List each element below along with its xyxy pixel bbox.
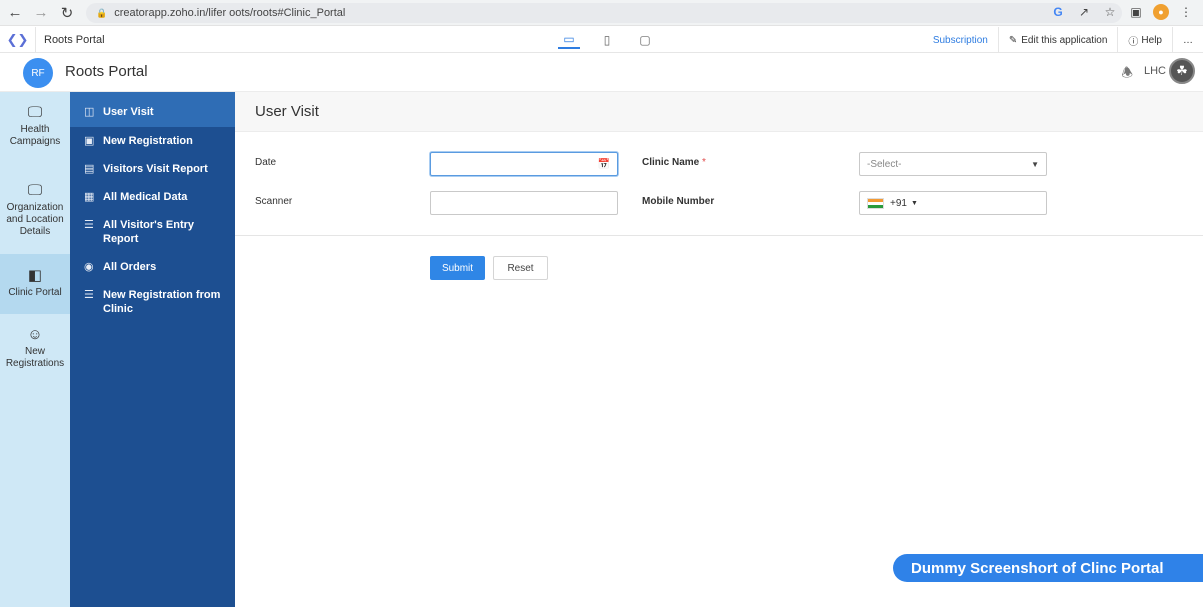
subnav-label: New Registration	[103, 135, 193, 147]
clinic-name-text: Clinic Name	[642, 157, 700, 168]
laptop-icon[interactable]: ▭	[558, 31, 580, 49]
medical-icon: ▦	[84, 191, 95, 203]
chevron-down-icon: ▼	[1031, 159, 1039, 169]
date-field[interactable]: 📅	[430, 152, 618, 176]
subnav-item-all-orders[interactable]: ◉ All Orders	[70, 253, 235, 281]
subnav-item-medical-data[interactable]: ▦ All Medical Data	[70, 183, 235, 211]
back-icon[interactable]: ←	[4, 2, 26, 24]
creator-appbar: ❮❯ Roots Portal ▭ ▯ ▢ Subscription ✎ Edi…	[0, 26, 1203, 53]
registration-icon: ☺	[27, 326, 43, 343]
portal-header: RF Roots Portal 🕭 LHC ☘	[0, 53, 1203, 92]
help-label: Help	[1141, 34, 1162, 46]
tablet-icon[interactable]: ▯	[596, 31, 618, 49]
help-icon: ⓘ	[1128, 36, 1139, 48]
globe-icon: ◉	[84, 261, 94, 273]
submit-button[interactable]: Submit	[430, 256, 485, 280]
scanner-label: Scanner	[255, 196, 293, 207]
lock-icon: 🔒	[96, 7, 108, 18]
page-title: User Visit	[235, 92, 1203, 132]
more-button[interactable]: …	[1172, 27, 1203, 53]
sidepanel-icon[interactable]: ▣	[1127, 3, 1145, 21]
required-marker: *	[702, 157, 706, 168]
address-bar[interactable]: 🔒 creatorapp.zoho.in/lifer oots/roots#Cl…	[86, 3, 1122, 23]
country-code[interactable]: +91	[890, 198, 907, 209]
mobile-number-field[interactable]: +91 ▼	[859, 191, 1047, 215]
user-avatar[interactable]: ☘	[1169, 58, 1195, 84]
portal-badge[interactable]: RF	[23, 58, 53, 88]
device-switcher: ▭ ▯ ▢	[558, 31, 656, 49]
subnav-item-new-registration[interactable]: ▣ New Registration	[70, 127, 235, 155]
location-icon: 🖵	[27, 182, 43, 199]
campaign-icon: 🖵	[27, 104, 43, 121]
report-icon: ▤	[84, 163, 95, 175]
nav-item-health-campaigns[interactable]: 🖵 Health Campaigns	[0, 92, 70, 170]
tablet-landscape-icon[interactable]: ▢	[634, 31, 656, 49]
nav-label: New Registrations	[5, 346, 65, 369]
bell-icon[interactable]: 🕭	[1121, 64, 1133, 86]
subnav-item-user-visit[interactable]: ◫ User Visit	[70, 92, 235, 127]
subnav-item-registration-from-clinic[interactable]: ☰ New Registration from Clinic	[70, 281, 235, 323]
nav-label: Clinic Portal	[8, 287, 62, 298]
portal-title: Roots Portal	[65, 63, 148, 80]
google-icon[interactable]: G	[1049, 3, 1067, 21]
forward-icon[interactable]: →	[30, 2, 52, 24]
nav-label: Health Campaigns	[9, 124, 61, 147]
browser-toolbar: ← → ↻ 🔒 creatorapp.zoho.in/lifer oots/ro…	[0, 0, 1203, 26]
scanner-field[interactable]	[430, 191, 618, 215]
registration-icon: ▣	[84, 135, 95, 147]
nav-label: Organization and Location Details	[6, 202, 64, 237]
subnav-label: All Medical Data	[103, 191, 188, 203]
edit-app-button[interactable]: ✎ Edit this application	[997, 27, 1118, 53]
country-caret-icon[interactable]: ▼	[911, 200, 918, 207]
mobile-number-label: Mobile Number	[642, 196, 715, 207]
user-label[interactable]: LHC	[1144, 65, 1166, 77]
help-button[interactable]: ⓘ Help	[1117, 27, 1172, 53]
user-visit-form: Date 📅 Clinic Name * -Select- ▼ Scanner …	[235, 132, 1203, 236]
reset-button[interactable]: Reset	[493, 256, 548, 280]
subscription-link[interactable]: Subscription	[923, 27, 998, 53]
clinic-select-placeholder: -Select-	[867, 158, 902, 170]
subnav-label: All Orders	[103, 261, 157, 273]
pencil-icon: ✎	[1008, 34, 1018, 46]
app-name: Roots Portal	[44, 33, 105, 46]
nav-item-new-registrations[interactable]: ☺ New Registrations	[0, 314, 70, 376]
star-icon[interactable]: ☆	[1101, 3, 1119, 21]
subnav-label: All Visitor's Entry Report	[103, 219, 195, 245]
dummy-banner: Dummy Screenshort of Clinc Portal	[893, 554, 1203, 582]
subnav-label: New Registration from Clinic	[103, 289, 221, 315]
primary-nav: 🖵 Health Campaigns 🖵 Organization and Lo…	[0, 92, 70, 607]
subnav-item-visitors-report[interactable]: ▤ Visitors Visit Report	[70, 155, 235, 183]
secondary-nav: ◫ User Visit ▣ New Registration ▤ Visito…	[70, 92, 235, 607]
clinic-name-select[interactable]: -Select- ▼	[859, 152, 1047, 176]
clinic-icon: ◧	[27, 267, 43, 284]
creator-logo-icon[interactable]: ❮❯	[0, 26, 36, 53]
subnav-label: Visitors Visit Report	[103, 163, 208, 175]
subnav-item-visitor-entry-report[interactable]: ☰ All Visitor's Entry Report	[70, 211, 235, 253]
list-icon: ☰	[84, 289, 94, 301]
doc-icon: ◫	[84, 106, 95, 118]
clinic-name-label: Clinic Name *	[642, 157, 706, 168]
url-text: creatorapp.zoho.in/lifer oots/roots#Clin…	[114, 7, 346, 19]
reload-icon[interactable]: ↻	[56, 2, 78, 24]
share-icon[interactable]: ↗	[1075, 3, 1093, 21]
subnav-label: User Visit	[103, 106, 154, 118]
list-icon: ☰	[84, 219, 94, 231]
nav-item-organization[interactable]: 🖵 Organization and Location Details	[0, 170, 70, 254]
main-content: User Visit Date 📅 Clinic Name * -Select-…	[235, 92, 1203, 607]
date-label: Date	[255, 157, 277, 168]
menu-dots-icon[interactable]: ⋮	[1177, 3, 1195, 21]
nav-item-clinic-portal[interactable]: ◧ Clinic Portal	[0, 254, 70, 314]
india-flag-icon[interactable]	[867, 197, 884, 209]
profile-icon[interactable]: ●	[1153, 4, 1169, 20]
edit-app-label: Edit this application	[1021, 34, 1108, 46]
calendar-icon[interactable]: 📅	[598, 159, 610, 170]
